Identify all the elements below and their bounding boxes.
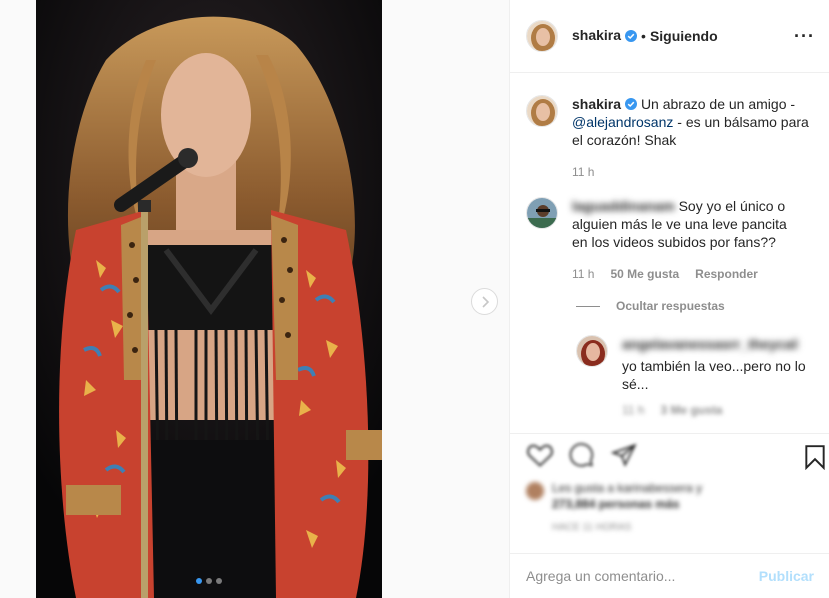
caption-text-part: Un abrazo de un amigo - bbox=[640, 96, 796, 112]
divider bbox=[576, 305, 600, 307]
more-options-button[interactable]: ··· bbox=[794, 26, 815, 47]
following-button[interactable]: Siguiendo bbox=[650, 28, 718, 44]
reply-likes[interactable]: 3 Me gusta bbox=[660, 403, 722, 417]
comment-meta: 11 h 50 Me gusta Responder bbox=[572, 267, 812, 281]
avatar[interactable] bbox=[526, 95, 558, 127]
mention-link[interactable]: @alejandrosanz bbox=[572, 114, 673, 130]
profile-picture bbox=[527, 21, 557, 51]
reply-meta: 11 h 3 Me gusta bbox=[622, 403, 812, 417]
post-timestamp: HACE 11 HORAS bbox=[552, 522, 632, 533]
carousel-next-button[interactable] bbox=[471, 288, 498, 315]
likes-summary: Les gusta a karinabessera y 273,884 pers… bbox=[510, 476, 829, 536]
timestamp[interactable]: 11 h bbox=[572, 267, 594, 281]
add-comment-bar: Publicar bbox=[510, 553, 829, 598]
header-separator: • bbox=[641, 28, 646, 44]
post-header: shakira • Siguiendo ··· bbox=[510, 0, 829, 73]
carousel-indicator bbox=[36, 578, 382, 584]
comment-username[interactable]: laguaddinanam bbox=[572, 198, 675, 214]
hide-replies-button[interactable]: Ocultar respuestas bbox=[576, 299, 829, 313]
carousel-dot bbox=[216, 578, 222, 584]
save-icon[interactable] bbox=[804, 444, 826, 470]
carousel-dot bbox=[206, 578, 212, 584]
timestamp[interactable]: 11 h bbox=[622, 403, 644, 417]
post-media-area bbox=[0, 0, 509, 598]
reply-text: angelavanessasrr_theycallme yo también l… bbox=[622, 335, 812, 393]
chevron-right-icon bbox=[481, 295, 489, 308]
comment-input[interactable] bbox=[526, 568, 759, 584]
hide-replies-label: Ocultar respuestas bbox=[616, 299, 725, 313]
post-photo[interactable] bbox=[36, 0, 382, 598]
reply-username[interactable]: angelavanessasrr_theycallme bbox=[622, 335, 798, 353]
verified-badge-icon bbox=[625, 98, 638, 110]
profile-picture bbox=[527, 96, 557, 126]
timestamp[interactable]: 11 h bbox=[572, 165, 594, 179]
publish-button[interactable]: Publicar bbox=[759, 568, 814, 584]
reply-body: yo también la veo...pero no lo sé... bbox=[622, 358, 806, 392]
header-username[interactable]: shakira bbox=[572, 27, 621, 45]
caption-text: shakira Un abrazo de un amigo - @alejand… bbox=[572, 95, 829, 149]
post-actions: Les gusta a karinabessera y 273,884 pers… bbox=[510, 433, 829, 553]
carousel-dot-active bbox=[196, 578, 202, 584]
comment: laguaddinanam Soy yo el único o alguien … bbox=[526, 197, 829, 281]
like-icon[interactable] bbox=[526, 442, 554, 468]
share-icon[interactable] bbox=[610, 442, 638, 468]
caption-meta: 11 h bbox=[572, 165, 829, 179]
reply-comment: angelavanessasrr_theycallme yo también l… bbox=[576, 335, 829, 417]
profile-picture bbox=[527, 198, 557, 228]
concert-photo bbox=[36, 0, 382, 598]
verified-badge-icon bbox=[625, 30, 638, 42]
caption: shakira Un abrazo de un amigo - @alejand… bbox=[526, 95, 829, 179]
comment-likes[interactable]: 50 Me gusta bbox=[610, 267, 679, 281]
reply-button[interactable]: Responder bbox=[695, 267, 758, 281]
avatar[interactable] bbox=[526, 197, 558, 229]
comments-list: shakira Un abrazo de un amigo - @alejand… bbox=[510, 73, 829, 433]
caption-username[interactable]: shakira bbox=[572, 96, 621, 112]
profile-picture bbox=[577, 336, 607, 366]
likes-summary-line[interactable]: 273,884 personas más bbox=[552, 496, 702, 512]
avatar[interactable] bbox=[526, 20, 558, 52]
comment-text: laguaddinanam Soy yo el único o alguien … bbox=[572, 197, 812, 251]
avatar[interactable] bbox=[576, 335, 608, 367]
action-buttons bbox=[510, 434, 829, 476]
comment-icon[interactable] bbox=[568, 442, 596, 468]
likes-summary-line[interactable]: Les gusta a karinabessera y bbox=[552, 480, 702, 496]
avatar bbox=[526, 482, 544, 500]
post-sidebar: shakira • Siguiendo ··· shakira Un abraz… bbox=[509, 0, 829, 598]
